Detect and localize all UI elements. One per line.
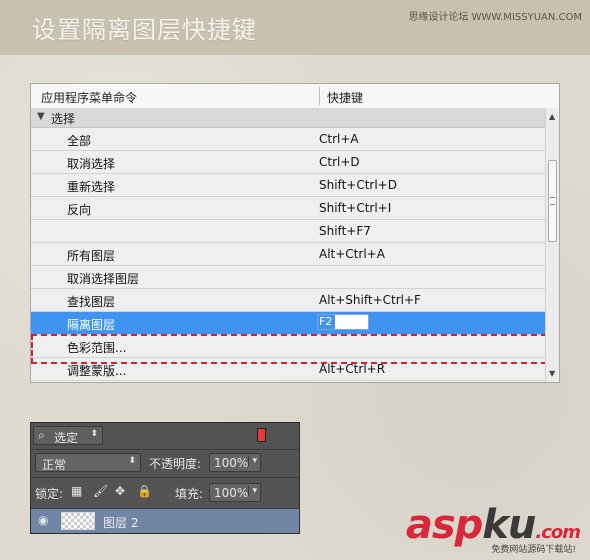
shortcut-key[interactable]: Shift+Ctrl+I — [319, 201, 391, 215]
shortcut-row[interactable]: 重新选择 Shift+Ctrl+D — [31, 174, 545, 197]
grip-icon — [550, 197, 555, 205]
page-title: 设置隔离图层快捷键 — [32, 16, 257, 44]
opacity-value: 100% — [214, 456, 249, 470]
shortcut-row-selected[interactable]: 隔离图层 F2 — [31, 312, 545, 335]
shortcut-key[interactable]: Ctrl+D — [319, 155, 360, 169]
vertical-scrollbar[interactable]: ▲ ▼ — [545, 108, 559, 382]
shortcut-key[interactable]: Shift+Ctrl+D — [319, 178, 397, 192]
scrollbar-thumb[interactable] — [548, 160, 557, 242]
shortcut-key[interactable]: Alt+Shift+Ctrl+F — [319, 293, 421, 307]
filter-label: 选定 — [54, 431, 79, 445]
command-name: 反向 — [67, 203, 92, 217]
layers-panel: ⌕ 选定 ⬍ 正常 ⬍ 不透明度: 100% ▾ 锁定: ▦ 🖌 ✥ 🔒 填充:… — [30, 422, 300, 534]
command-name: 全部 — [67, 134, 92, 148]
updown-arrows-icon: ⬍ — [90, 429, 98, 439]
layer-row[interactable]: ◉ 图层 2 — [31, 509, 299, 533]
column-shortcut-header[interactable]: 快捷键 — [327, 89, 363, 106]
command-name: 取消选择 — [67, 157, 116, 171]
filter-toggle-switch[interactable] — [257, 428, 266, 442]
shortcut-row[interactable]: 取消选择 Ctrl+D — [31, 151, 545, 174]
shortcut-row[interactable]: 取消选择图层 — [31, 266, 545, 289]
command-name: 所有图层 — [67, 249, 116, 263]
site-watermark: 思缘设计论坛 WWW.MISSYUAN.COM — [408, 12, 582, 23]
shortcut-key-input[interactable]: F2 — [317, 314, 369, 330]
fill-label: 填充: — [175, 487, 204, 501]
expand-triangle-icon[interactable]: ▼ — [37, 111, 45, 122]
lock-fill-row: 锁定: ▦ 🖌 ✥ 🔒 填充: 100% ▾ — [31, 478, 299, 509]
opacity-input[interactable]: 100% ▾ — [209, 453, 261, 472]
updown-arrows-icon: ⬍ — [128, 456, 136, 466]
brush-icon[interactable]: 🖌 — [93, 484, 108, 498]
shortcut-row[interactable]: 反向 Shift+Ctrl+I — [31, 197, 545, 220]
column-divider[interactable] — [319, 87, 320, 105]
shortcut-row[interactable]: Shift+F7 — [31, 220, 545, 243]
chevron-down-icon[interactable]: ▾ — [248, 456, 257, 466]
shortcut-key[interactable]: Alt+Ctrl+R — [319, 362, 385, 376]
page-header: 设置隔离图层快捷键 思缘设计论坛 WWW.MISSYUAN.COM — [0, 0, 590, 55]
command-name: 重新选择 — [67, 180, 116, 194]
lock-icon[interactable]: 🔒 — [137, 484, 152, 498]
group-row-select[interactable]: ▼ 选择 — [31, 108, 545, 128]
opacity-label: 不透明度: — [149, 457, 202, 471]
eye-icon[interactable]: ◉ — [38, 513, 48, 527]
watermark-subtitle: 免费网站源码下载站! — [491, 545, 576, 555]
shortcut-key[interactable]: Shift+F7 — [319, 224, 371, 238]
layer-filter-select[interactable]: ⌕ 选定 ⬍ — [33, 426, 103, 445]
lock-transparent-pixels-icon[interactable]: ▦ — [71, 484, 82, 498]
shortcut-key[interactable]: Ctrl+A — [319, 132, 359, 146]
scroll-down-icon[interactable]: ▼ — [549, 369, 555, 378]
command-name: 调整蒙版... — [67, 364, 127, 378]
move-icon[interactable]: ✥ — [115, 484, 125, 498]
blend-mode-value: 正常 — [42, 458, 67, 472]
chevron-down-icon[interactable]: ▾ — [248, 486, 257, 496]
blend-mode-select[interactable]: 正常 ⬍ — [35, 453, 141, 472]
command-name: 隔离图层 — [67, 318, 116, 332]
command-name: 取消选择图层 — [67, 272, 140, 286]
column-command-header[interactable]: 应用程序菜单命令 — [41, 89, 137, 106]
search-icon: ⌕ — [38, 428, 45, 442]
blend-opacity-row: 正常 ⬍ 不透明度: 100% ▾ — [31, 450, 299, 478]
scroll-up-icon[interactable]: ▲ — [549, 112, 555, 121]
lock-label: 锁定: — [35, 487, 64, 501]
shortcut-row[interactable]: 调整蒙版... Alt+Ctrl+R — [31, 358, 545, 381]
shortcut-row[interactable]: 查找图层 Alt+Shift+Ctrl+F — [31, 289, 545, 312]
fill-input[interactable]: 100% ▾ — [209, 483, 261, 502]
shortcut-list: ▼ 选择 全部 Ctrl+A 取消选择 Ctrl+D 重新选择 Shift+Ct… — [31, 108, 547, 381]
watermark-logo: aspku.com 免费网站源码下载站! — [402, 502, 581, 555]
keyboard-shortcuts-panel: 应用程序菜单命令 快捷键 ▼ 选择 全部 Ctrl+A 取消选择 Ctrl+D … — [30, 83, 560, 383]
layer-thumbnail[interactable] — [61, 512, 95, 530]
layers-filter-row: ⌕ 选定 ⬍ — [31, 423, 299, 450]
command-name: 查找图层 — [67, 295, 116, 309]
group-label: 选择 — [51, 112, 76, 126]
shortcut-key[interactable]: Alt+Ctrl+A — [319, 247, 385, 261]
layer-name[interactable]: 图层 2 — [103, 514, 138, 531]
shortcut-row[interactable]: 色彩范围... — [31, 335, 545, 358]
shortcut-row[interactable]: 全部 Ctrl+A — [31, 128, 545, 151]
shortcut-row[interactable]: 所有图层 Alt+Ctrl+A — [31, 243, 545, 266]
shortcut-key-text: F2 — [318, 315, 335, 329]
column-header: 应用程序菜单命令 快捷键 — [31, 84, 559, 109]
command-name: 色彩范围... — [67, 341, 127, 355]
fill-value: 100% — [214, 486, 249, 500]
